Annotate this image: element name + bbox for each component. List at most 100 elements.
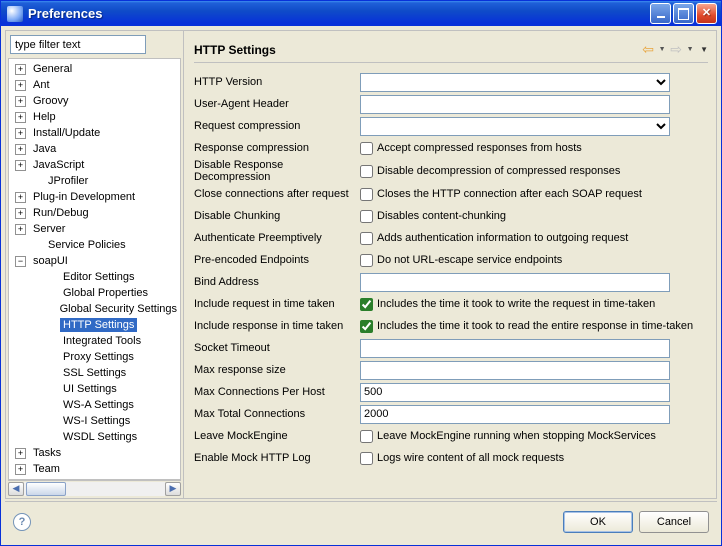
setting-row: Socket Timeout	[194, 337, 708, 359]
setting-row: Include response in time takenIncludes t…	[194, 315, 708, 337]
tree-item[interactable]: +General	[11, 61, 180, 77]
horizontal-scrollbar[interactable]: ◀ ▶	[8, 480, 181, 496]
setting-row: Request compression	[194, 115, 708, 137]
expand-icon[interactable]: +	[15, 192, 26, 203]
tree-scroll[interactable]: +General+Ant+Groovy+Help+Install/Update+…	[8, 58, 181, 480]
expand-icon[interactable]: +	[15, 160, 26, 171]
setting-control: Includes the time it took to write the r…	[360, 298, 708, 311]
select-input[interactable]	[360, 117, 670, 136]
tree-item[interactable]: + Team	[11, 461, 180, 477]
setting-control: Logs wire content of all mock requests	[360, 452, 708, 465]
tree-item[interactable]: +Java	[11, 141, 180, 157]
help-icon[interactable]: ?	[13, 513, 31, 531]
checkbox-input[interactable]	[360, 298, 373, 311]
filter-input[interactable]	[10, 35, 146, 54]
tree-item[interactable]: + Help	[11, 109, 180, 125]
text-input[interactable]	[360, 405, 670, 424]
main-split: +General+Ant+Groovy+Help+Install/Update+…	[5, 30, 717, 499]
collapse-icon[interactable]: −	[15, 256, 26, 267]
tree-item-label: Global Properties	[60, 286, 151, 300]
setting-row: Max response size	[194, 359, 708, 381]
close-button[interactable]	[696, 3, 717, 24]
tree-item[interactable]: −soapUI	[11, 253, 180, 269]
expand-icon[interactable]: +	[15, 96, 26, 107]
checkbox-input[interactable]	[360, 142, 373, 155]
back-dropdown-icon[interactable]: ▼	[658, 46, 666, 53]
tree-item[interactable]: HTTP Settings	[11, 317, 180, 333]
tree-item[interactable]: Proxy Settings	[11, 349, 180, 365]
tree-item[interactable]: Service Policies	[11, 237, 180, 253]
ok-button[interactable]: OK	[563, 511, 633, 533]
tree-item[interactable]: Integrated Tools	[11, 333, 180, 349]
tree-item[interactable]: +JavaScript	[11, 157, 180, 173]
tree-item-label: Editor Settings	[60, 270, 138, 284]
preferences-window: Preferences +General+Ant+Groovy+Help+Ins…	[0, 0, 722, 546]
tree-item[interactable]: JProfiler	[11, 173, 180, 189]
expand-icon[interactable]: +	[15, 448, 26, 459]
text-input[interactable]	[360, 361, 670, 380]
tree-item-label: Integrated Tools	[60, 334, 144, 348]
forward-arrow-icon[interactable]: ⇨	[668, 42, 684, 58]
expander-placeholder	[45, 368, 56, 379]
checkbox-description: Logs wire content of all mock requests	[377, 452, 564, 464]
scrollbar-thumb[interactable]	[26, 482, 66, 496]
tree-item[interactable]: +Ant	[11, 77, 180, 93]
select-input[interactable]	[360, 73, 670, 92]
checkbox-input[interactable]	[360, 188, 373, 201]
tree-item[interactable]: WSDL Settings	[11, 429, 180, 445]
tree-item[interactable]: +Run/Debug	[11, 205, 180, 221]
minimize-button[interactable]	[650, 3, 671, 24]
titlebar[interactable]: Preferences	[1, 1, 721, 26]
text-input[interactable]	[360, 95, 670, 114]
expander-placeholder	[45, 384, 56, 395]
scroll-left-icon[interactable]: ◀	[8, 482, 24, 496]
maximize-button[interactable]	[673, 3, 694, 24]
expand-icon[interactable]: +	[15, 464, 26, 475]
view-menu-icon[interactable]: ▼	[700, 45, 708, 54]
tree-item[interactable]: Editor Settings	[11, 269, 180, 285]
expand-icon[interactable]: +	[15, 224, 26, 235]
text-input[interactable]	[360, 339, 670, 358]
checkbox-input[interactable]	[360, 452, 373, 465]
expand-icon[interactable]: +	[15, 80, 26, 91]
back-arrow-icon[interactable]: ⇦	[640, 42, 656, 58]
tree-item[interactable]: +Plug-in Development	[11, 189, 180, 205]
expand-icon[interactable]: +	[15, 144, 26, 155]
checkbox-input[interactable]	[360, 210, 373, 223]
checkbox-input[interactable]	[360, 320, 373, 333]
tree-item[interactable]: +Groovy	[11, 93, 180, 109]
body: +General+Ant+Groovy+Help+Install/Update+…	[1, 26, 721, 545]
setting-row: Enable Mock HTTP Log Logs wire content of…	[194, 447, 708, 469]
setting-label: Enable Mock HTTP Log	[194, 452, 360, 464]
setting-row: Bind Address	[194, 271, 708, 293]
scroll-right-icon[interactable]: ▶	[165, 482, 181, 496]
forward-dropdown-icon[interactable]: ▼	[686, 46, 694, 53]
tree-item[interactable]: +Tasks	[11, 445, 180, 461]
expander-placeholder	[45, 352, 56, 363]
tree-item[interactable]: UI Settings	[11, 381, 180, 397]
tree-item[interactable]: WS-I Settings	[11, 413, 180, 429]
checkbox-input[interactable]	[360, 232, 373, 245]
tree-item[interactable]: SSL Settings	[11, 365, 180, 381]
checkbox-input[interactable]	[360, 165, 373, 178]
expand-icon[interactable]: +	[15, 112, 26, 123]
tree-item[interactable]: Global Properties	[11, 285, 180, 301]
text-input[interactable]	[360, 383, 670, 402]
tree-item-label: Help	[30, 110, 59, 124]
tree-item[interactable]: + Install/Update	[11, 125, 180, 141]
checkbox-input[interactable]	[360, 254, 373, 267]
expand-icon[interactable]: +	[15, 208, 26, 219]
tree-item-label: Team	[30, 462, 63, 476]
text-input[interactable]	[360, 273, 670, 292]
footer: ? OK Cancel	[5, 501, 717, 541]
setting-label: Max Connections Per Host	[194, 386, 360, 398]
tree-item[interactable]: Global Security Settings	[11, 301, 180, 317]
expand-icon[interactable]: +	[15, 64, 26, 75]
tree-item[interactable]: +Server	[11, 221, 180, 237]
tree-item[interactable]: WS-A Settings	[11, 397, 180, 413]
cancel-button[interactable]: Cancel	[639, 511, 709, 533]
tree-item-label: Install/Update	[30, 126, 103, 140]
setting-label: Max Total Connections	[194, 408, 360, 420]
checkbox-input[interactable]	[360, 430, 373, 443]
expand-icon[interactable]: +	[15, 128, 26, 139]
